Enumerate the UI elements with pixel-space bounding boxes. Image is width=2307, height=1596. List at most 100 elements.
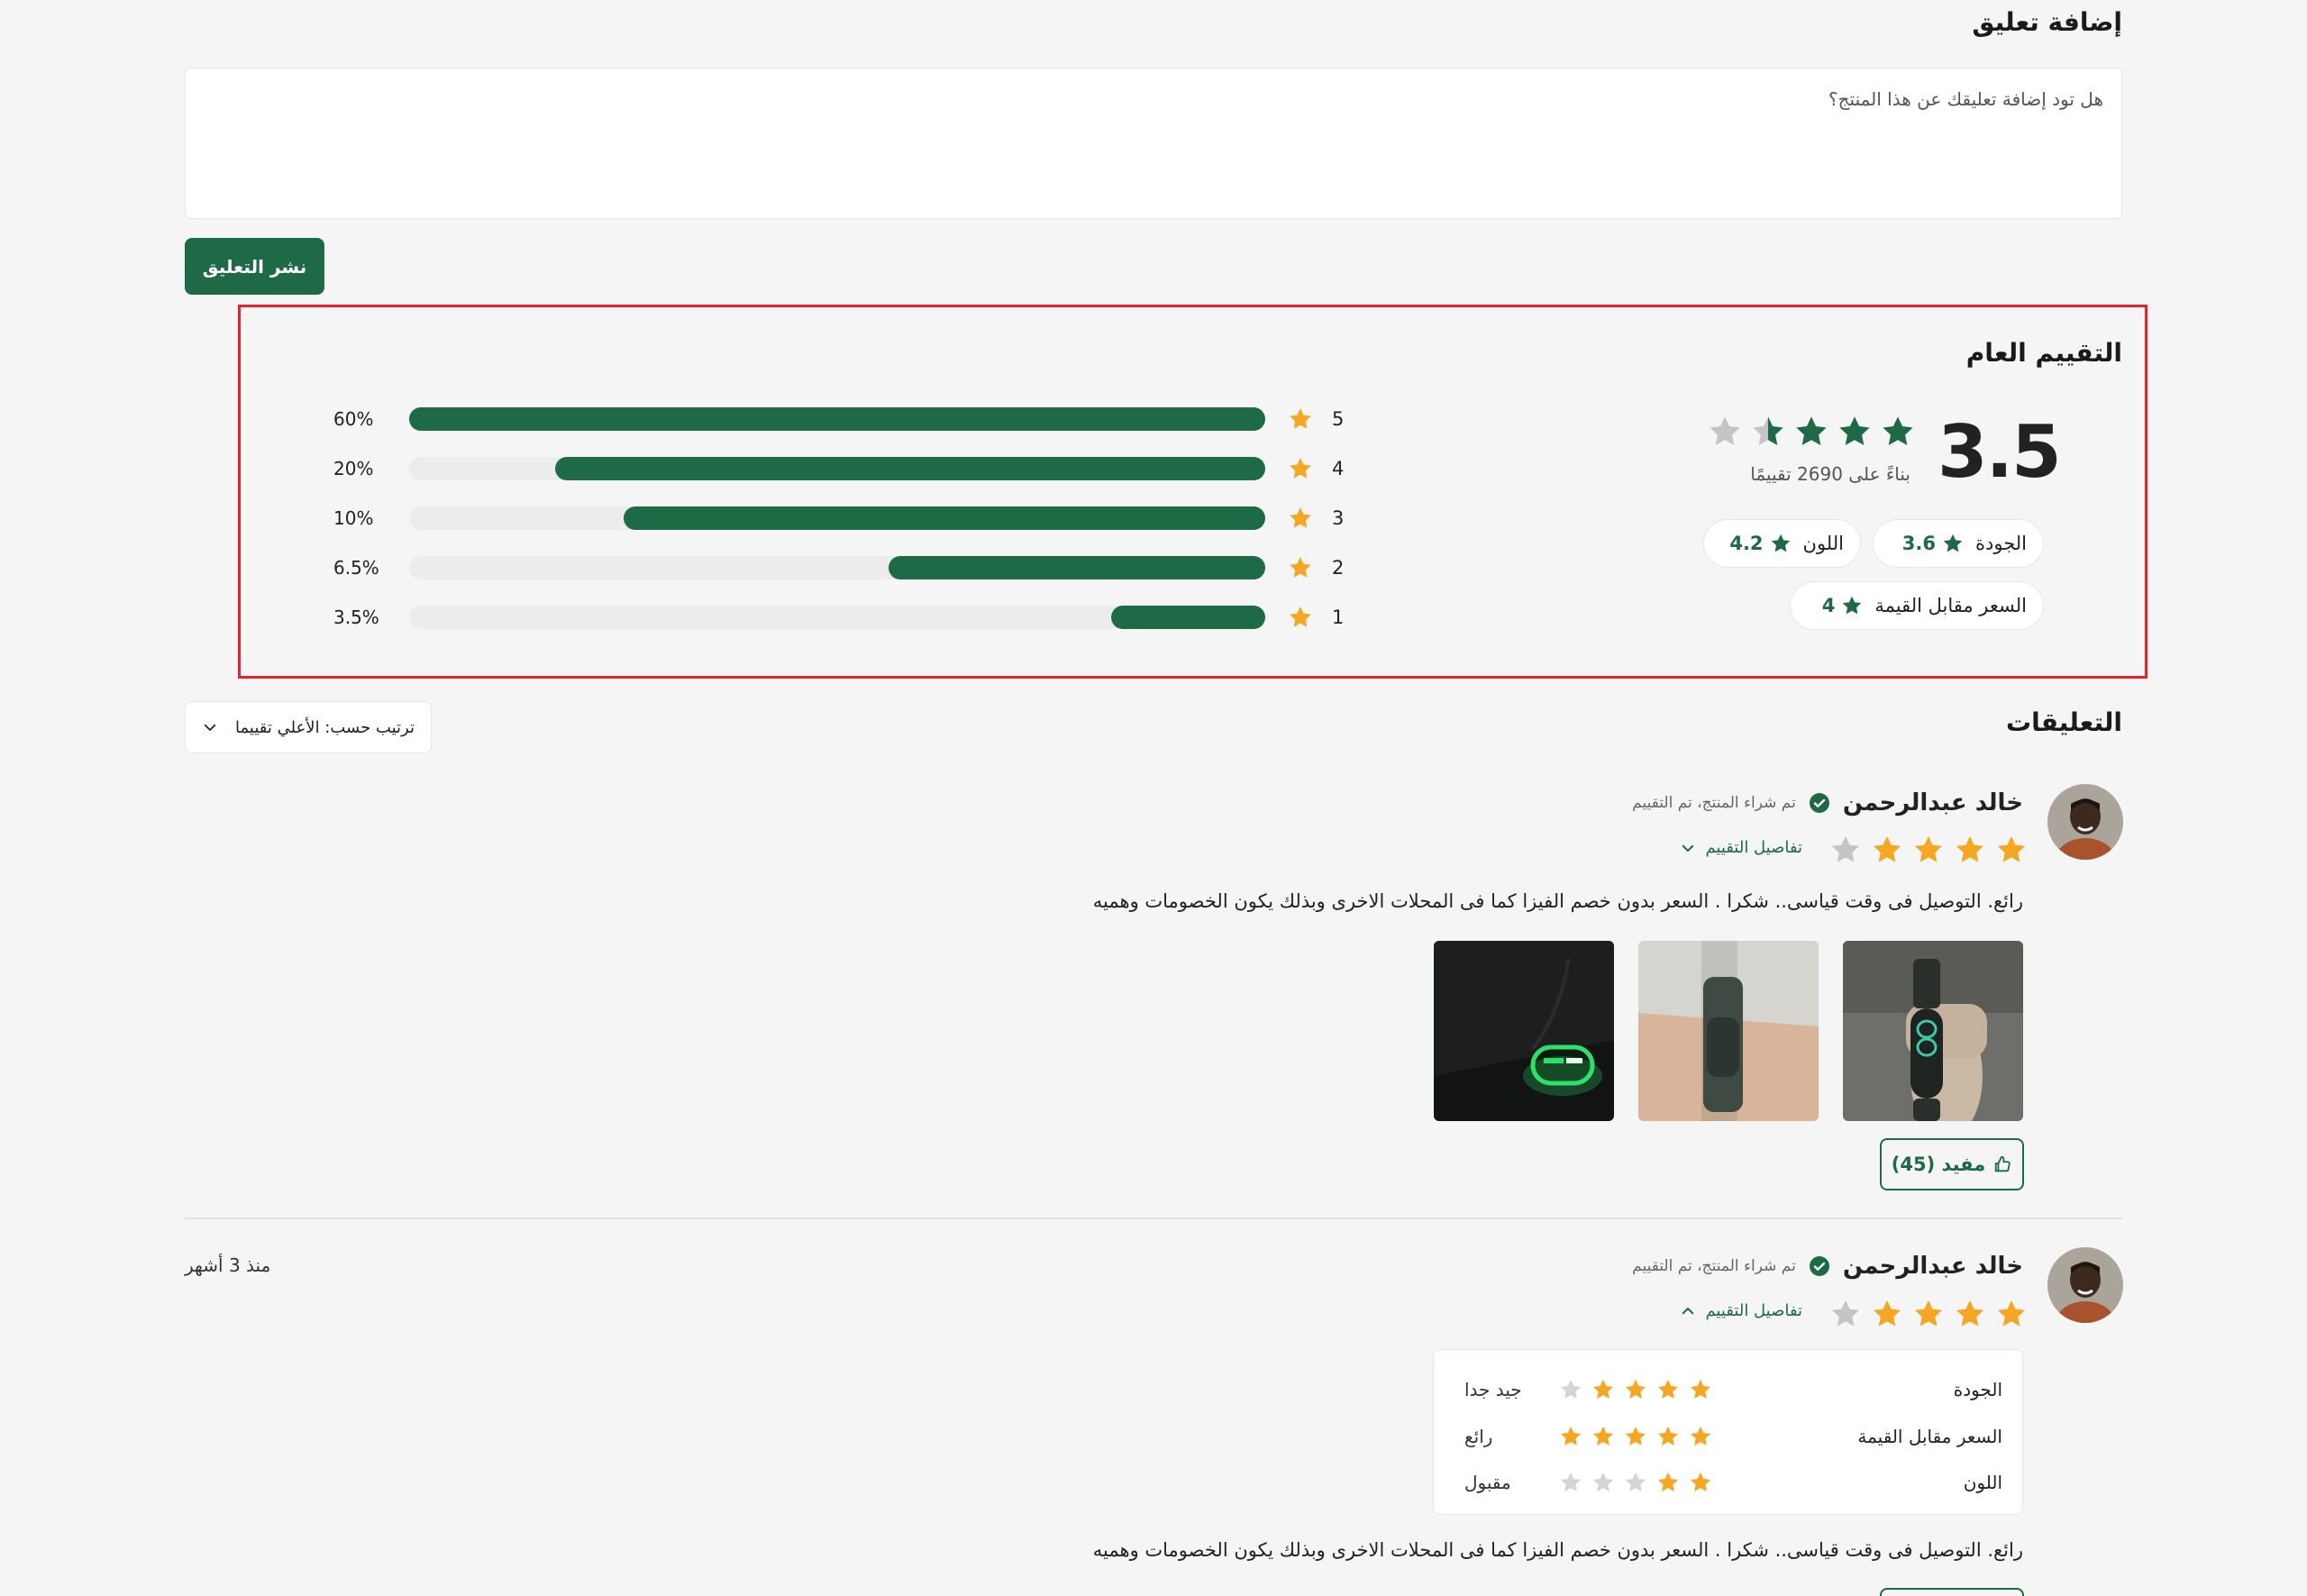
rating-star-level: 2 xyxy=(1332,557,1345,579)
star-icon xyxy=(1690,1426,1711,1446)
star-icon xyxy=(1290,458,1311,479)
rating-star-level: 1 xyxy=(1332,606,1345,628)
overall-stars xyxy=(1706,413,1917,451)
chip-number: 4 xyxy=(1821,595,1836,616)
rating-percent: 20% xyxy=(333,458,374,479)
star-icon xyxy=(1290,557,1311,578)
rating-detail-stars xyxy=(1558,1377,1713,1402)
sort-dropdown[interactable]: ترتيب حسب: الأعلي تقييما xyxy=(185,701,432,753)
rating-details-toggle[interactable]: تفاصيل التقييم xyxy=(1680,838,1802,857)
review-time: منذ 3 أشهر xyxy=(185,1254,271,1276)
star-icon xyxy=(1592,1379,1614,1400)
helpful-button[interactable] xyxy=(1880,1588,2024,1596)
rating-details-label: تفاصيل التقييم xyxy=(1705,838,1802,857)
star-icon xyxy=(1560,1472,1582,1492)
star-icon xyxy=(1710,416,1740,446)
review-photo[interactable] xyxy=(1638,941,1819,1121)
rating-detail-word: مقبول xyxy=(1464,1472,1511,1493)
rating-percent: 6.5% xyxy=(333,557,379,579)
half-star-icon xyxy=(1753,416,1783,446)
reviewer-name: خالد عبدالرحمن xyxy=(1842,789,2023,816)
star-icon xyxy=(1956,1300,1984,1327)
star-icon xyxy=(1592,1472,1614,1492)
star-icon xyxy=(1914,1300,1943,1327)
star-icon xyxy=(1839,416,1870,446)
helpful-label: مفيد (45) xyxy=(1891,1154,1986,1175)
chip-value: 4.2 xyxy=(1729,532,1792,555)
chip-number: 4.2 xyxy=(1729,533,1764,554)
avatar xyxy=(2047,784,2123,860)
review-divider xyxy=(185,1218,2122,1219)
chip-value: 3.6 xyxy=(1902,532,1965,555)
star-icon xyxy=(1592,1426,1614,1446)
post-comment-button[interactable]: نشر التعليق xyxy=(185,238,324,295)
comment-input-box[interactable] xyxy=(185,68,2122,219)
rating-detail-row: السعر مقابل القيمة رائع xyxy=(1434,1418,2024,1455)
rating-bar-track xyxy=(409,506,1265,530)
chip-color: اللون 4.2 xyxy=(1703,519,1861,568)
chevron-up-icon xyxy=(1682,1307,1694,1314)
chip-label: الجودة xyxy=(1975,533,2027,554)
star-icon xyxy=(1625,1379,1646,1400)
rating-percent: 10% xyxy=(333,507,374,529)
rating-star-level: 4 xyxy=(1332,458,1345,479)
verified-check-icon xyxy=(1809,1256,1829,1276)
rating-detail-row: اللون مقبول xyxy=(1434,1464,2024,1500)
review-stars xyxy=(1828,833,2029,867)
rating-count: بناءً على 2690 تقييمًا xyxy=(1750,463,1910,485)
star-icon xyxy=(1997,835,2026,862)
rating-bar-row: 10% 3 xyxy=(333,500,1352,536)
rating-detail-label: اللون xyxy=(1963,1472,2002,1493)
overall-rating-title: التقييم العام xyxy=(1965,338,2122,368)
star-icon xyxy=(1290,507,1311,528)
verified-purchase-label: تم شراء المنتج، تم التقييم xyxy=(1632,794,1796,812)
rating-details-panel: الجودة جيد جدا السعر مقابل القيمة رائع اللون… xyxy=(1433,1349,2023,1515)
star-icon xyxy=(1625,1426,1646,1446)
rating-detail-label: السعر مقابل القيمة xyxy=(1857,1426,2002,1447)
rating-bar-track xyxy=(409,457,1265,480)
rating-details-toggle[interactable]: تفاصيل التقييم xyxy=(1680,1301,1802,1320)
star-icon xyxy=(1690,1472,1711,1492)
reviewer-header: خالد عبدالرحمن تم شراء المنتج، تم التقيي… xyxy=(1632,789,2023,816)
rating-bar-row: 60% 5 xyxy=(333,401,1352,437)
rating-percent: 3.5% xyxy=(333,606,379,628)
star-icon xyxy=(1690,1379,1711,1400)
star-icon xyxy=(1873,835,1901,862)
review-stars xyxy=(1828,1297,2029,1331)
comment-input[interactable] xyxy=(204,88,2103,198)
star-icon xyxy=(1560,1426,1582,1446)
helpful-button[interactable]: مفيد (45) xyxy=(1880,1138,2024,1190)
star-icon xyxy=(1657,1472,1679,1492)
rating-percent: 60% xyxy=(333,408,374,430)
rating-bar-track xyxy=(409,407,1265,431)
rating-bar-row: 3.5% 1 xyxy=(333,599,1352,635)
review-photo[interactable] xyxy=(1843,941,2023,1121)
star-icon xyxy=(1771,534,1790,552)
rating-bar-track xyxy=(409,606,1265,629)
star-icon xyxy=(1831,1300,1860,1327)
sort-label: ترتيب حسب: الأعلي تقييما xyxy=(235,717,415,737)
chip-label: اللون xyxy=(1802,533,1844,554)
reviewer-header: خالد عبدالرحمن تم شراء المنتج، تم التقيي… xyxy=(1632,1253,2023,1280)
chip-value: 4 xyxy=(1822,594,1865,617)
rating-detail-stars xyxy=(1558,1470,1713,1495)
review-photo[interactable] xyxy=(1434,941,1614,1121)
star-icon xyxy=(1873,1300,1901,1327)
rating-bar-fill xyxy=(409,407,1265,431)
review-text: رائع. التوصيل فى وقت قياسى.. شكرا . السع… xyxy=(1092,1539,2023,1561)
add-comment-title: إضافة تعليق xyxy=(1972,7,2122,37)
review-text: رائع. التوصيل فى وقت قياسى.. شكرا . السع… xyxy=(1092,890,2023,912)
verified-purchase-label: تم شراء المنتج، تم التقييم xyxy=(1632,1257,1796,1275)
rating-details-label: تفاصيل التقييم xyxy=(1705,1301,1802,1320)
rating-star-level: 3 xyxy=(1332,507,1345,529)
rating-bar-row: 20% 4 xyxy=(333,451,1352,487)
thumbs-up-icon xyxy=(1995,1155,2011,1172)
rating-bar-fill xyxy=(554,457,1265,480)
star-icon xyxy=(1956,835,1984,862)
rating-bar-fill xyxy=(623,506,1265,530)
rating-bar-track xyxy=(409,556,1265,579)
chip-number: 3.6 xyxy=(1901,533,1936,554)
star-icon xyxy=(1290,606,1311,627)
avatar xyxy=(2047,1247,2123,1323)
star-icon xyxy=(1796,416,1827,446)
